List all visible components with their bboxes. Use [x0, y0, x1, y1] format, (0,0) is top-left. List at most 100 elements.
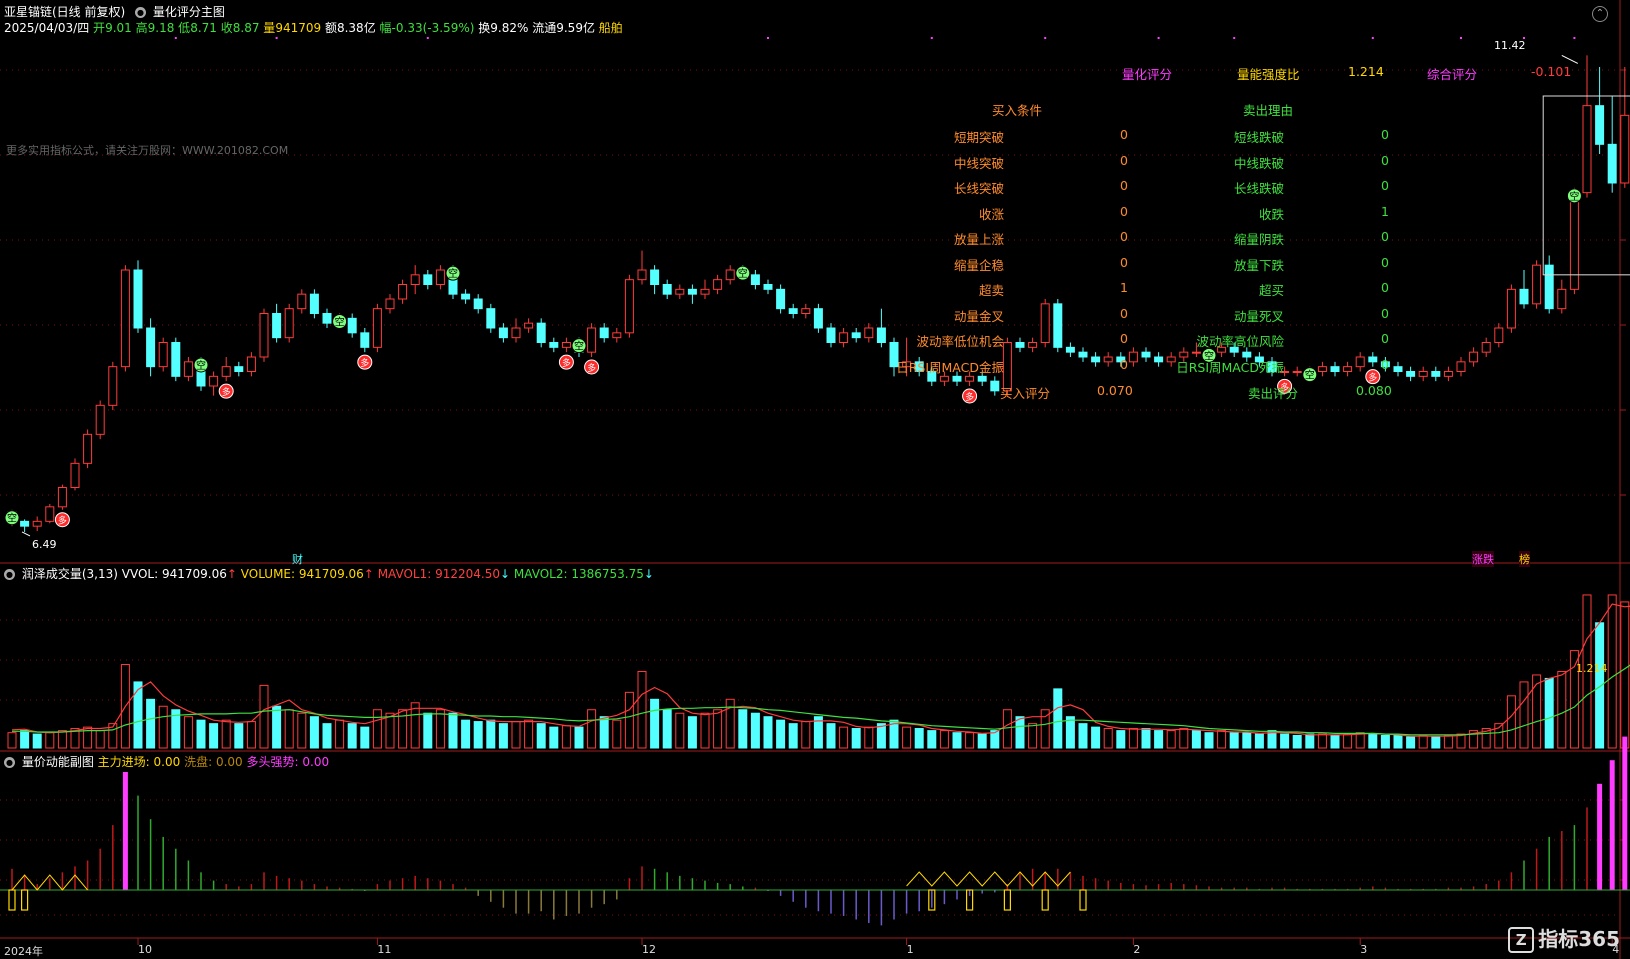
volume-bar — [1280, 733, 1290, 749]
candle-body — [272, 313, 282, 339]
volume-bar — [927, 730, 937, 749]
momentum-bar — [616, 890, 618, 900]
momentum-bar — [792, 890, 794, 902]
bull-strength-value: 0.00 — [302, 755, 330, 769]
zhangdie-marker[interactable]: 涨跌 — [1472, 551, 1494, 567]
momentum-bar — [981, 890, 983, 894]
momentum-bar — [212, 880, 215, 890]
bang-marker[interactable]: 榜 — [1519, 551, 1530, 567]
candle-body — [700, 288, 710, 295]
candle-body — [410, 274, 420, 286]
mavol2-value: 1386753.75 — [571, 567, 644, 581]
candle-body — [524, 322, 534, 329]
candle-body — [20, 520, 30, 527]
momentum-bar — [1170, 882, 1172, 890]
momentum-bar — [112, 825, 114, 890]
volume-bar — [549, 726, 559, 749]
candle-body — [1557, 288, 1567, 310]
kong-marker-label: 空 — [448, 267, 458, 280]
kong-marker-label: 空 — [335, 316, 345, 329]
momentum-bar — [918, 890, 920, 912]
volume-bar — [763, 716, 773, 749]
momentum-bar — [1561, 831, 1563, 890]
candle-body — [246, 356, 256, 372]
volume-bar — [1078, 723, 1088, 749]
sell-reason-label: 短线跌破 — [1233, 130, 1284, 145]
sell-reason-value: 0 — [1381, 331, 1389, 346]
sell-reason-label: 动量死叉 — [1233, 309, 1284, 324]
volume-bar — [435, 709, 445, 749]
momentum-bar — [149, 819, 152, 890]
candle-body — [1355, 356, 1365, 368]
volume-bar — [524, 719, 534, 749]
logo-text: 指标365 — [1538, 926, 1620, 951]
candle-body — [372, 308, 382, 348]
buy-condition-value: 0 — [1120, 306, 1128, 321]
candle-body — [158, 342, 168, 368]
momentum-bar — [868, 890, 870, 924]
volume-bar — [1607, 594, 1617, 749]
volume-bar — [1443, 734, 1453, 749]
volume-bar — [1141, 728, 1151, 749]
momentum-panel-toggle-icon[interactable]: ● — [4, 757, 15, 768]
momentum-bar — [1057, 868, 1059, 890]
momentum-bar — [49, 878, 51, 890]
volume-bar — [914, 728, 924, 749]
momentum-bar — [1510, 872, 1513, 890]
momentum-bar — [137, 795, 139, 890]
candle-body — [650, 269, 660, 285]
sell-reason-label: 波动率高位风险 — [1196, 334, 1284, 349]
momentum-bar — [855, 890, 857, 920]
candle-body — [284, 308, 294, 339]
volume-panel-toggle-icon[interactable]: ● — [4, 569, 15, 580]
candle-body — [133, 269, 143, 329]
candle-body — [637, 269, 647, 281]
volume-bar — [687, 716, 697, 749]
volume-bar — [1254, 733, 1264, 749]
sell-header: 卖出理由 — [1243, 103, 1294, 118]
volume-bar — [1166, 730, 1176, 749]
volume-bar — [1532, 674, 1542, 749]
finance-marker[interactable]: 财 — [292, 551, 303, 567]
volume-bar — [700, 712, 710, 749]
buy-condition-value: 0 — [1120, 127, 1128, 142]
momentum-bar — [275, 875, 278, 890]
bull-strength-label: 多头强势: — [246, 755, 299, 769]
candle-body — [108, 366, 118, 406]
volume-bar — [1128, 728, 1138, 749]
logo-icon: Z — [1508, 927, 1535, 953]
candle-body — [95, 404, 105, 435]
volume-label: VOLUME: — [240, 567, 296, 581]
kong-marker-label: 空 — [1305, 369, 1315, 382]
vol-ratio-label: 量能强度比 — [1237, 67, 1300, 82]
volume-bar — [1317, 733, 1327, 749]
candle-body — [826, 327, 836, 343]
sell-reason-value: 0 — [1381, 306, 1389, 321]
candle-body — [1544, 264, 1554, 310]
volume-bar — [1506, 695, 1516, 749]
high-price-label: 11.42 — [1494, 39, 1526, 52]
volume-bar — [1053, 688, 1063, 749]
candle-body — [1128, 351, 1138, 363]
momentum-bar — [628, 878, 631, 890]
candle-body — [70, 462, 80, 489]
candle-body — [750, 274, 760, 286]
x-axis-label: 12 — [642, 943, 656, 956]
sell-reason-value: 0 — [1381, 178, 1389, 193]
volume-bar — [410, 702, 420, 749]
buy-condition-value: 0 — [1120, 255, 1128, 270]
momentum-bar — [943, 890, 946, 905]
candle-body — [662, 284, 672, 295]
momentum-bar — [86, 860, 89, 890]
momentum-bar — [74, 866, 76, 890]
momentum-bar — [187, 860, 190, 890]
candle-body — [398, 284, 408, 300]
volume-indicator-name[interactable]: 润泽成交量(3,13) — [22, 567, 118, 581]
main-force-label: 主力进场: — [97, 755, 150, 769]
volume-bar — [675, 712, 685, 749]
chart-canvas[interactable]: 空多空多空多空空多 多空多空多空 多空 — [0, 0, 1630, 959]
momentum-indicator-name[interactable]: 量价动能副图 — [22, 755, 94, 769]
volume-bar — [448, 712, 458, 749]
volume-bar — [1355, 732, 1365, 749]
candle-body — [851, 332, 861, 339]
